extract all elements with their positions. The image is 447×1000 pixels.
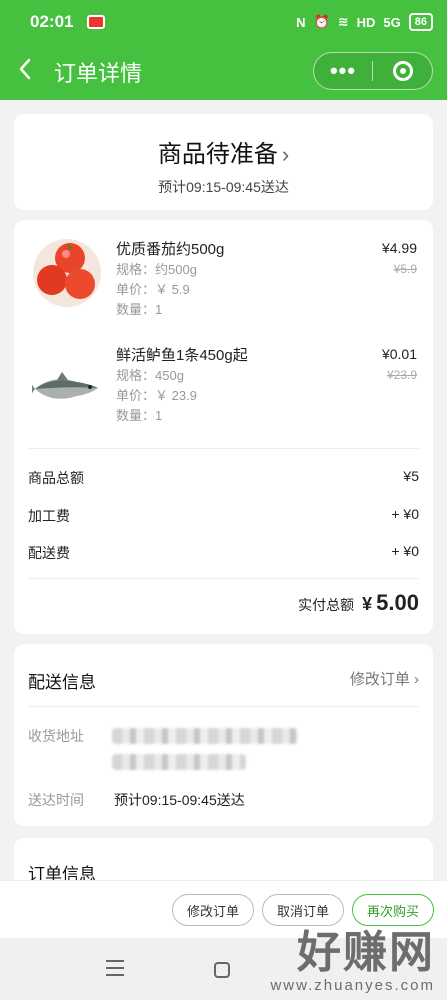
item-unit-price: 单价：￥ 5.9: [116, 282, 190, 297]
more-button[interactable]: •••: [314, 58, 372, 84]
item-price: ¥4.99: [381, 240, 417, 256]
time-label: 送达时间: [28, 792, 84, 808]
home-icon[interactable]: [214, 962, 230, 978]
delivery-eta: 预计09:15-09:45送达: [158, 179, 289, 195]
menu-icon[interactable]: [106, 960, 124, 981]
fish-image: [32, 372, 98, 399]
system-nav-bar: [0, 938, 447, 1000]
time-value: 预计09:15-09:45送达: [114, 792, 245, 808]
modify-order-link[interactable]: 修改订单 ›: [350, 668, 419, 689]
address-label: 收货地址: [28, 728, 84, 744]
divider: [28, 706, 419, 707]
total-label: 实付总额: [298, 597, 355, 613]
app-notification-icon: [87, 15, 106, 29]
list-item[interactable]: 鲜活鲈鱼1条450g起 规格：450g 单价：￥ 23.9 数量：1 ¥0.01…: [14, 344, 433, 444]
fee-value: + ¥0: [391, 506, 419, 522]
status-time: 02:01: [30, 12, 74, 31]
goods-card: 优质番茄约500g 规格：约500g 单价：￥ 5.9 数量：1 ¥4.99 ¥…: [14, 220, 433, 634]
fee-row: 商品总额 ¥5: [28, 468, 419, 488]
target-icon: [392, 61, 413, 81]
fee-label: 商品总额: [28, 470, 84, 486]
action-bar: 修改订单 取消订单 再次购买: [0, 880, 447, 938]
list-item[interactable]: 优质番茄约500g 规格：约500g 单价：￥ 5.9 数量：1 ¥4.99 ¥…: [14, 238, 433, 338]
item-qty: 数量：1: [116, 408, 163, 423]
nfc-icon: N: [296, 14, 306, 30]
item-qty: 数量：1: [116, 302, 163, 317]
delivery-title: 配送信息: [28, 673, 96, 692]
item-original-price: ¥5.9: [393, 262, 417, 276]
total-amount: 5.00: [376, 590, 419, 615]
chevron-left-icon: [19, 58, 31, 80]
item-spec: 规格：450g: [116, 368, 184, 383]
close-miniprogram-button[interactable]: [373, 61, 432, 81]
signal-icon: 5G: [383, 14, 401, 30]
item-name: 鲜活鲈鱼1条450g起: [116, 347, 248, 364]
alarm-icon: ⏰: [313, 14, 330, 29]
modify-order-button[interactable]: 修改订单: [172, 894, 254, 926]
reorder-button[interactable]: 再次购买: [352, 894, 434, 926]
fee-label: 加工费: [28, 508, 70, 524]
divider: [28, 578, 419, 579]
page-title: 订单详情: [54, 61, 143, 86]
item-price: ¥0.01: [381, 346, 417, 362]
miniprogram-capsule: •••: [313, 52, 433, 90]
fee-row: 加工费 + ¥0: [28, 506, 419, 526]
fee-value: ¥5: [403, 468, 419, 484]
nav-bar: 订单详情 •••: [0, 44, 447, 100]
battery-icon: 86: [408, 13, 433, 31]
back-button[interactable]: [0, 44, 50, 100]
wifi-icon: ≋: [337, 14, 349, 29]
chevron-right-icon: ›: [281, 142, 290, 167]
total-payment: 实付总额 ¥ 5.00: [298, 590, 419, 616]
fee-value: + ¥0: [391, 543, 419, 559]
order-status-text: 商品待准备: [157, 141, 278, 168]
address-redacted: [112, 754, 246, 770]
order-status-title[interactable]: 商品待准备 ›: [14, 134, 433, 169]
hd-icon: HD: [356, 14, 376, 30]
item-spec: 规格：约500g: [116, 262, 197, 277]
cancel-order-button[interactable]: 取消订单: [262, 894, 344, 926]
item-unit-price: 单价：￥ 23.9: [116, 388, 197, 403]
total-currency: ¥: [362, 594, 373, 614]
status-bar: 02:01 N ⏰ ≋ HD 5G 86: [0, 0, 447, 44]
item-original-price: ¥23.9: [386, 368, 417, 382]
tomato-image: [33, 239, 101, 307]
fee-label: 配送费: [28, 545, 70, 561]
status-icons: N ⏰ ≋ HD 5G 86: [296, 13, 433, 31]
address-redacted: [112, 728, 298, 744]
fee-row: 配送费 + ¥0: [28, 543, 419, 563]
divider: [28, 448, 419, 449]
item-name: 优质番茄约500g: [116, 241, 225, 258]
delivery-card: 配送信息 修改订单 › 收货地址 送达时间 预计09:15-09:45送达: [14, 644, 433, 826]
order-status-card[interactable]: 商品待准备 › 预计09:15-09:45送达: [14, 114, 433, 210]
